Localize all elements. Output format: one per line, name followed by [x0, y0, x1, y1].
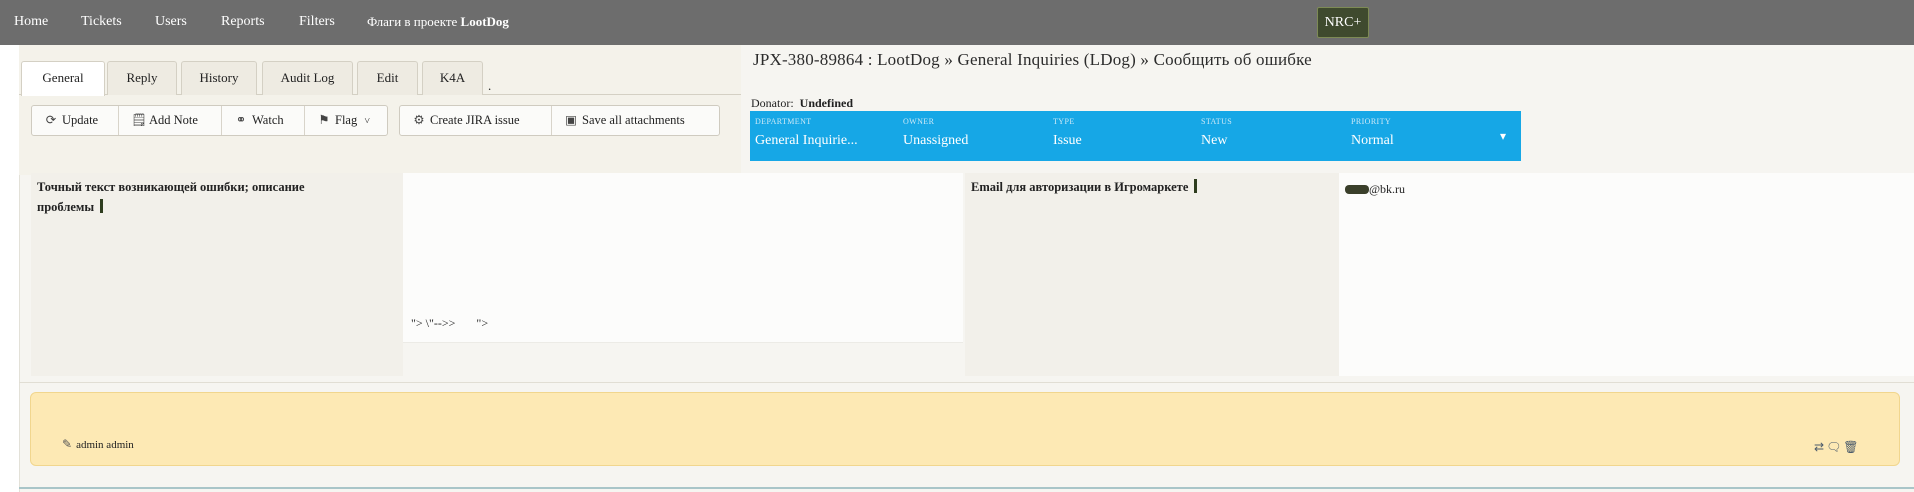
email-label-cell	[965, 173, 1339, 376]
add-note-label: Add Note	[149, 113, 198, 127]
status-label: STATUS	[1201, 117, 1233, 126]
owner-label: OWNER	[903, 117, 935, 126]
filter-icon[interactable]: ▾	[1500, 129, 1506, 144]
email-value-cell	[1339, 173, 1914, 376]
nav-tickets[interactable]: Tickets	[81, 14, 122, 30]
create-jira-issue-button[interactable]: ⚙ Create JIRA issue	[400, 106, 552, 135]
trash-icon[interactable]: 🗑	[1843, 440, 1860, 454]
error-description-value: "> \"-->> ">	[411, 316, 489, 330]
jira-icon: ⚙	[413, 113, 425, 127]
type-label: TYPE	[1053, 117, 1075, 126]
tab-trailing-dot: .	[488, 78, 492, 93]
email-value: @bk.ru	[1345, 182, 1405, 197]
save-attachments-button[interactable]: ▣ Save all attachments	[552, 106, 720, 135]
save-attachments-label: Save all attachments	[582, 113, 685, 127]
nav-project-prefix: Флаги в проекте	[367, 14, 458, 29]
tab-history[interactable]: History	[181, 61, 257, 95]
note-author: ✎ admin admin	[62, 437, 134, 452]
integration-toolbar: ⚙ Create JIRA issue ▣ Save all attachments	[399, 105, 720, 136]
comment-icon[interactable]: 🗨	[1826, 440, 1843, 454]
flag-icon: ⚑	[318, 113, 330, 127]
update-button[interactable]: ⟳ Update	[32, 106, 119, 135]
refresh-circle-icon: ⟳	[45, 113, 57, 127]
type-value: Issue	[1053, 133, 1082, 148]
flag-dropdown[interactable]: ⚑ Flag ˅	[305, 106, 388, 135]
watch-label: Watch	[252, 113, 284, 127]
nav-filters[interactable]: Filters	[299, 14, 335, 30]
error-description-label: Точный текст возникающей ошибки; описани…	[37, 177, 305, 217]
save-icon: ▣	[565, 113, 577, 127]
shuffle-icon[interactable]: ⇄	[1814, 440, 1826, 454]
tab-general[interactable]: General	[21, 61, 105, 96]
email-domain: @bk.ru	[1369, 182, 1406, 196]
donator-value: Undefined	[799, 96, 853, 110]
bottom-border	[19, 487, 1914, 489]
marker-bar	[1194, 179, 1198, 193]
email-label: Email для авторизации в Игромаркете	[971, 177, 1198, 197]
tab-edit[interactable]: Edit	[357, 61, 418, 95]
action-toolbar: ⟳ Update 🗒 Add Note ⚭ Watch ⚑ Flag ˅	[31, 105, 388, 136]
nrc-button[interactable]: NRC+	[1317, 7, 1369, 38]
note-author-name: admin admin	[76, 439, 134, 451]
tab-reply[interactable]: Reply	[107, 61, 177, 95]
ticket-status-bar: DEPARTMENT General Inquirie... OWNER Una…	[750, 111, 1521, 161]
section-divider	[19, 382, 1914, 383]
note-box	[30, 392, 1900, 466]
tab-audit-log[interactable]: Audit Log	[262, 61, 353, 95]
nav-project-flags[interactable]: Флаги в проекте LootDog	[367, 14, 509, 30]
note-actions: ⇄🗨🗑	[1814, 440, 1861, 455]
note-icon: 🗒	[131, 113, 147, 127]
tab-k4a[interactable]: K4A	[422, 61, 483, 95]
top-navigation-bar: Home Tickets Users Reports Filters Флаги…	[0, 0, 1914, 45]
priority-label: PRIORITY	[1351, 117, 1392, 126]
error-label-line2: проблемы	[37, 200, 95, 214]
priority-value: Normal	[1351, 133, 1394, 148]
donator-info: Donator: Undefined	[751, 96, 853, 111]
chevron-down-icon: ˅	[364, 116, 370, 127]
ticket-title: JPX-380-89864 : LootDog » General Inquir…	[753, 50, 1312, 69]
flag-label: Flag	[335, 113, 358, 127]
donator-label: Donator:	[751, 96, 794, 110]
watch-button[interactable]: ⚭ Watch	[222, 106, 305, 135]
owner-value: Unassigned	[903, 133, 969, 148]
binoculars-icon: ⚭	[235, 113, 247, 127]
masked-email-local-part	[1345, 185, 1369, 194]
add-note-button[interactable]: 🗒 Add Note	[119, 106, 222, 135]
nav-reports[interactable]: Reports	[221, 14, 265, 30]
department-label: DEPARTMENT	[755, 117, 812, 126]
create-jira-label: Create JIRA issue	[430, 113, 520, 127]
nav-users[interactable]: Users	[155, 14, 187, 30]
email-label-text: Email для авторизации в Игромаркете	[971, 180, 1189, 194]
error-label-line1: Точный текст возникающей ошибки; описани…	[37, 180, 305, 194]
nav-home[interactable]: Home	[14, 14, 48, 30]
department-value: General Inquirie...	[755, 133, 858, 148]
status-value: New	[1201, 133, 1228, 148]
pencil-icon: ✎	[62, 437, 73, 451]
nav-project-name: LootDog	[460, 14, 509, 29]
marker-bar	[100, 199, 104, 213]
update-label: Update	[62, 113, 99, 127]
